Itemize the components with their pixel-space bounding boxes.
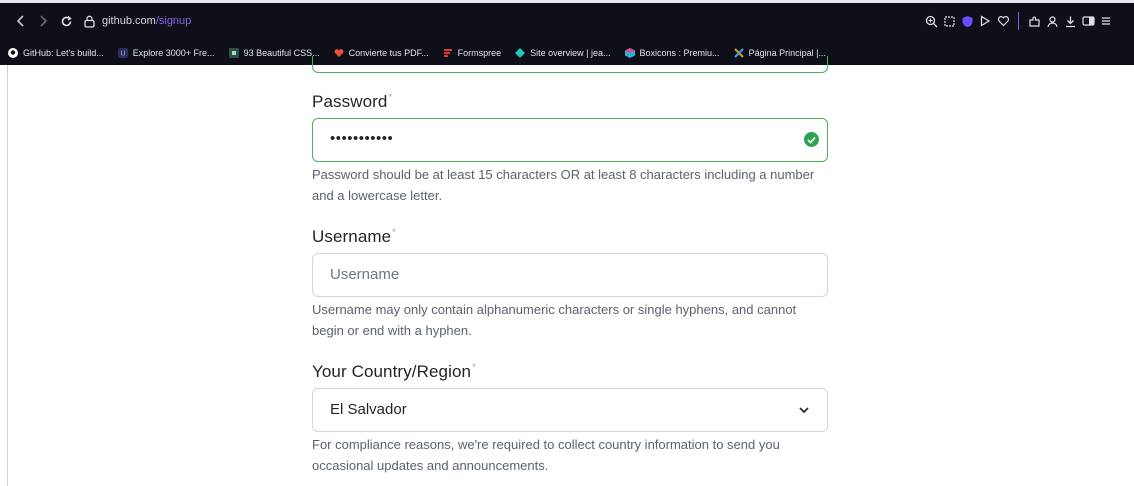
country-select[interactable]: El Salvador xyxy=(312,388,828,432)
github-icon xyxy=(8,48,18,58)
bookmark-label: GitHub: Let's build... xyxy=(23,48,104,58)
forward-button[interactable] xyxy=(32,10,54,32)
password-label: Password* xyxy=(312,92,392,112)
username-hint: Username may only contain alphanumeric c… xyxy=(312,302,797,338)
back-button[interactable] xyxy=(10,10,32,32)
zoom-icon[interactable] xyxy=(922,11,940,31)
country-label-text: Your Country/Region xyxy=(312,362,472,381)
download-icon[interactable] xyxy=(1061,11,1079,31)
required-mark: * xyxy=(388,92,393,103)
lock-icon xyxy=(83,15,95,28)
password-field[interactable]: ••••••••••• xyxy=(312,118,828,162)
sidebar-toggle-icon[interactable] xyxy=(1079,11,1097,31)
url-path: /signup xyxy=(155,15,192,27)
chevron-down-icon xyxy=(799,407,809,414)
username-label-text: Username xyxy=(312,227,392,246)
heart-icon[interactable] xyxy=(994,11,1012,31)
browser-toolbar: github.com/signup xyxy=(0,3,1134,39)
profile-icon[interactable] xyxy=(1043,11,1061,31)
password-label-text: Password xyxy=(312,92,388,111)
toolbar-divider xyxy=(1018,12,1019,30)
play-icon[interactable] xyxy=(976,11,994,31)
chevron-left-icon xyxy=(16,15,24,27)
country-hint: For compliance reasons, we're required t… xyxy=(312,437,780,473)
toolbar-actions xyxy=(922,11,1115,31)
site-security-button[interactable] xyxy=(78,10,100,32)
extensions-icon[interactable] xyxy=(1025,11,1043,31)
bookmark-label: Explore 3000+ Fre... xyxy=(132,48,215,58)
bookmark-item[interactable]: 93 Beautiful CSS... xyxy=(228,48,320,58)
username-label: Username* xyxy=(312,227,396,247)
valid-check-icon xyxy=(804,132,819,147)
css-site-icon xyxy=(228,48,239,58)
address-bar[interactable]: github.com/signup xyxy=(102,15,191,27)
password-value: ••••••••••• xyxy=(330,130,394,147)
password-hint: Password should be at least 15 character… xyxy=(312,167,815,203)
country-label: Your Country/Region* xyxy=(312,362,476,382)
svg-text:U: U xyxy=(120,51,125,58)
country-selected-value: El Salvador xyxy=(330,401,407,418)
screenshot-icon[interactable] xyxy=(940,11,958,31)
chevron-right-icon xyxy=(40,15,48,27)
username-input[interactable]: Username xyxy=(312,253,828,297)
url-host: github.com xyxy=(102,15,156,27)
reload-icon xyxy=(61,15,72,26)
email-field[interactable] xyxy=(312,56,828,73)
menu-icon[interactable] xyxy=(1097,11,1115,31)
bookmark-label: 93 Beautiful CSS... xyxy=(243,48,320,58)
shield-icon[interactable] xyxy=(958,11,976,31)
reload-button[interactable] xyxy=(55,10,77,32)
username-placeholder: Username xyxy=(330,266,400,283)
bookmark-item[interactable]: GitHub: Let's build... xyxy=(8,48,104,58)
required-mark: * xyxy=(472,362,476,373)
uiverse-icon: U xyxy=(117,48,128,58)
bookmark-item[interactable]: U Explore 3000+ Fre... xyxy=(117,48,215,58)
required-mark: * xyxy=(392,227,396,238)
